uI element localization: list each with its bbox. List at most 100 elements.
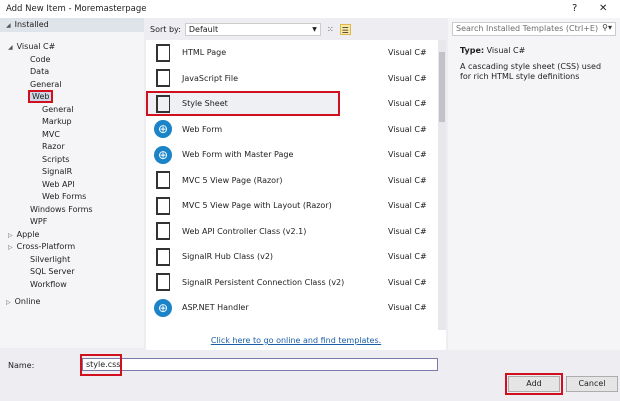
tree-item-label: Cross-Platform — [16, 242, 76, 251]
online-templates-link[interactable]: Click here to go online and find templat… — [146, 336, 446, 345]
template-name: JavaScript File — [182, 73, 239, 83]
sort-dropdown[interactable]: Default ▼ — [184, 22, 321, 36]
tree-item-label: Web API — [42, 179, 75, 189]
tree-item-label: Silverlight — [30, 254, 71, 264]
expanded-icon[interactable]: ◢ — [8, 44, 13, 51]
online-label: Online — [14, 297, 41, 306]
razor-icon — [152, 196, 174, 216]
class-icon — [152, 247, 174, 267]
tree-item-label: General — [30, 79, 62, 89]
template-row[interactable]: ⊕ Web Form Visual C# — [146, 117, 438, 142]
collapsed-icon[interactable]: ▷ — [8, 232, 13, 239]
tree-item-label: Razor — [42, 142, 65, 151]
globe-icon: ⊕ — [152, 119, 174, 139]
tree-item[interactable]: Razor — [42, 141, 65, 153]
tree-item-label: Data — [30, 67, 50, 76]
tree-item-label: Scripts — [42, 154, 70, 164]
template-language: Visual C# — [388, 226, 427, 236]
template-language: Visual C# — [388, 252, 427, 261]
tree-item[interactable]: ▷ Apple — [8, 229, 39, 241]
dialog-title: Add New Item - Moremasterpage — [0, 0, 620, 18]
tree-item[interactable]: ▷ Cross-Platform — [8, 241, 75, 253]
class-icon — [152, 272, 174, 292]
template-name: MVC 5 View Page (Razor) — [182, 175, 283, 185]
tree-item[interactable]: General — [30, 79, 62, 91]
template-row[interactable]: SignalR Persistent Connection Class (v2)… — [146, 270, 438, 295]
template-row[interactable]: HTML Page Visual C# — [146, 40, 438, 65]
template-language: Visual C# — [388, 175, 427, 185]
add-button[interactable]: Add — [505, 373, 563, 395]
tree-item-label: Workflow — [30, 279, 67, 289]
tree-item[interactable]: Web Forms — [42, 191, 86, 203]
tree-item[interactable]: Web — [27, 90, 54, 103]
tree-item[interactable]: Markup — [42, 116, 72, 128]
type-label: Type: — [460, 46, 485, 55]
tree-online[interactable]: ▷ Online — [6, 297, 40, 306]
tree-item[interactable]: Scripts — [42, 154, 69, 166]
name-highlight — [80, 354, 122, 376]
template-language: Visual C# — [388, 124, 427, 134]
template-row[interactable]: MVC 5 View Page (Razor) Visual C# — [146, 168, 438, 193]
template-description: A cascading style sheet (CSS) used for r… — [460, 62, 602, 81]
template-row[interactable]: JavaScript File Visual C# — [146, 66, 438, 91]
template-name: SignalR Persistent Connection Class (v2) — [182, 277, 345, 287]
template-row[interactable]: Style Sheet — [146, 91, 340, 116]
template-row[interactable]: Web API Controller Class (v2.1) Visual C# — [146, 219, 438, 244]
template-language: Visual C# — [388, 73, 427, 83]
template-name: Web Form with Master Page — [182, 150, 294, 159]
template-language: Visual C# — [388, 303, 427, 312]
close-button[interactable]: ✕ — [599, 3, 607, 14]
tree-item-label: MVC — [42, 129, 60, 139]
sort-label: Sort by: — [150, 24, 181, 34]
tree-item[interactable]: Web API — [42, 179, 75, 191]
tree-item[interactable]: Workflow — [30, 279, 67, 291]
css-file-icon — [152, 94, 174, 114]
template-name: ASP.NET Handler — [182, 303, 249, 312]
collapsed-icon[interactable]: ▷ — [8, 244, 13, 251]
name-input[interactable]: style.css — [82, 358, 438, 371]
list-view-icon[interactable]: ☰ — [339, 23, 351, 35]
search-input[interactable]: Search Installed Templates (Ctrl+E) ⚲▾ — [452, 22, 616, 36]
template-language: Visual C# — [388, 99, 427, 108]
tree-item[interactable]: MVC — [42, 129, 60, 141]
search-icon[interactable]: ⚲▾ — [602, 23, 612, 32]
tree-item[interactable]: Code — [30, 54, 50, 66]
installed-label: Installed — [14, 20, 49, 29]
js-file-icon — [152, 68, 174, 88]
tree-item-label: General — [42, 104, 74, 114]
tree-item-label: SignalR — [42, 167, 73, 176]
scrollbar[interactable] — [438, 40, 446, 330]
tree-item-label: Markup — [42, 117, 72, 126]
scrollbar-thumb[interactable] — [439, 52, 445, 122]
tree-item-label: SQL Server — [30, 267, 75, 276]
tree-item[interactable]: ◢ Visual C# — [8, 41, 55, 53]
html-page-icon — [152, 43, 174, 63]
template-name: SignalR Hub Class (v2) — [182, 252, 274, 261]
template-language: Visual C# — [388, 277, 427, 287]
template-row[interactable]: SignalR Hub Class (v2) Visual C# — [146, 244, 438, 269]
tree-item[interactable]: Silverlight — [30, 254, 70, 266]
template-language: Visual C# — [388, 48, 427, 57]
name-label: Name: — [8, 361, 35, 370]
tree-item-label: Apple — [16, 229, 40, 239]
grid-view-icon[interactable]: ⁙ — [325, 24, 336, 35]
details-panel: Search Installed Templates (Ctrl+E) ⚲▾ Ty… — [448, 18, 620, 350]
tree-installed[interactable]: ◢ Installed — [0, 18, 144, 32]
tree-item[interactable]: SignalR — [42, 166, 72, 178]
template-name: Web Form — [182, 124, 223, 134]
tree-item[interactable]: General — [42, 104, 74, 116]
category-tree: ◢ Installed ◢ Visual C# Code Data General Web G… — [0, 18, 144, 348]
razor-icon — [152, 170, 174, 190]
tree-item[interactable]: SQL Server — [30, 266, 75, 278]
cancel-button[interactable]: Cancel — [566, 376, 618, 392]
template-language: Visual C# — [388, 201, 427, 210]
template-name: Style Sheet — [182, 99, 228, 108]
help-button[interactable]: ? — [572, 3, 577, 14]
template-row[interactable]: ⊕ ASP.NET Handler Visual C# — [146, 295, 438, 320]
template-row[interactable]: MVC 5 View Page with Layout (Razor) Visua… — [146, 193, 438, 218]
tree-item[interactable]: WPF — [30, 216, 47, 228]
template-row[interactable]: ⊕ Web Form with Master Page Visual C# — [146, 142, 438, 167]
template-name: Web API Controller Class (v2.1) — [182, 226, 307, 236]
tree-item[interactable]: Windows Forms — [30, 204, 93, 216]
tree-item[interactable]: Data — [30, 66, 49, 78]
